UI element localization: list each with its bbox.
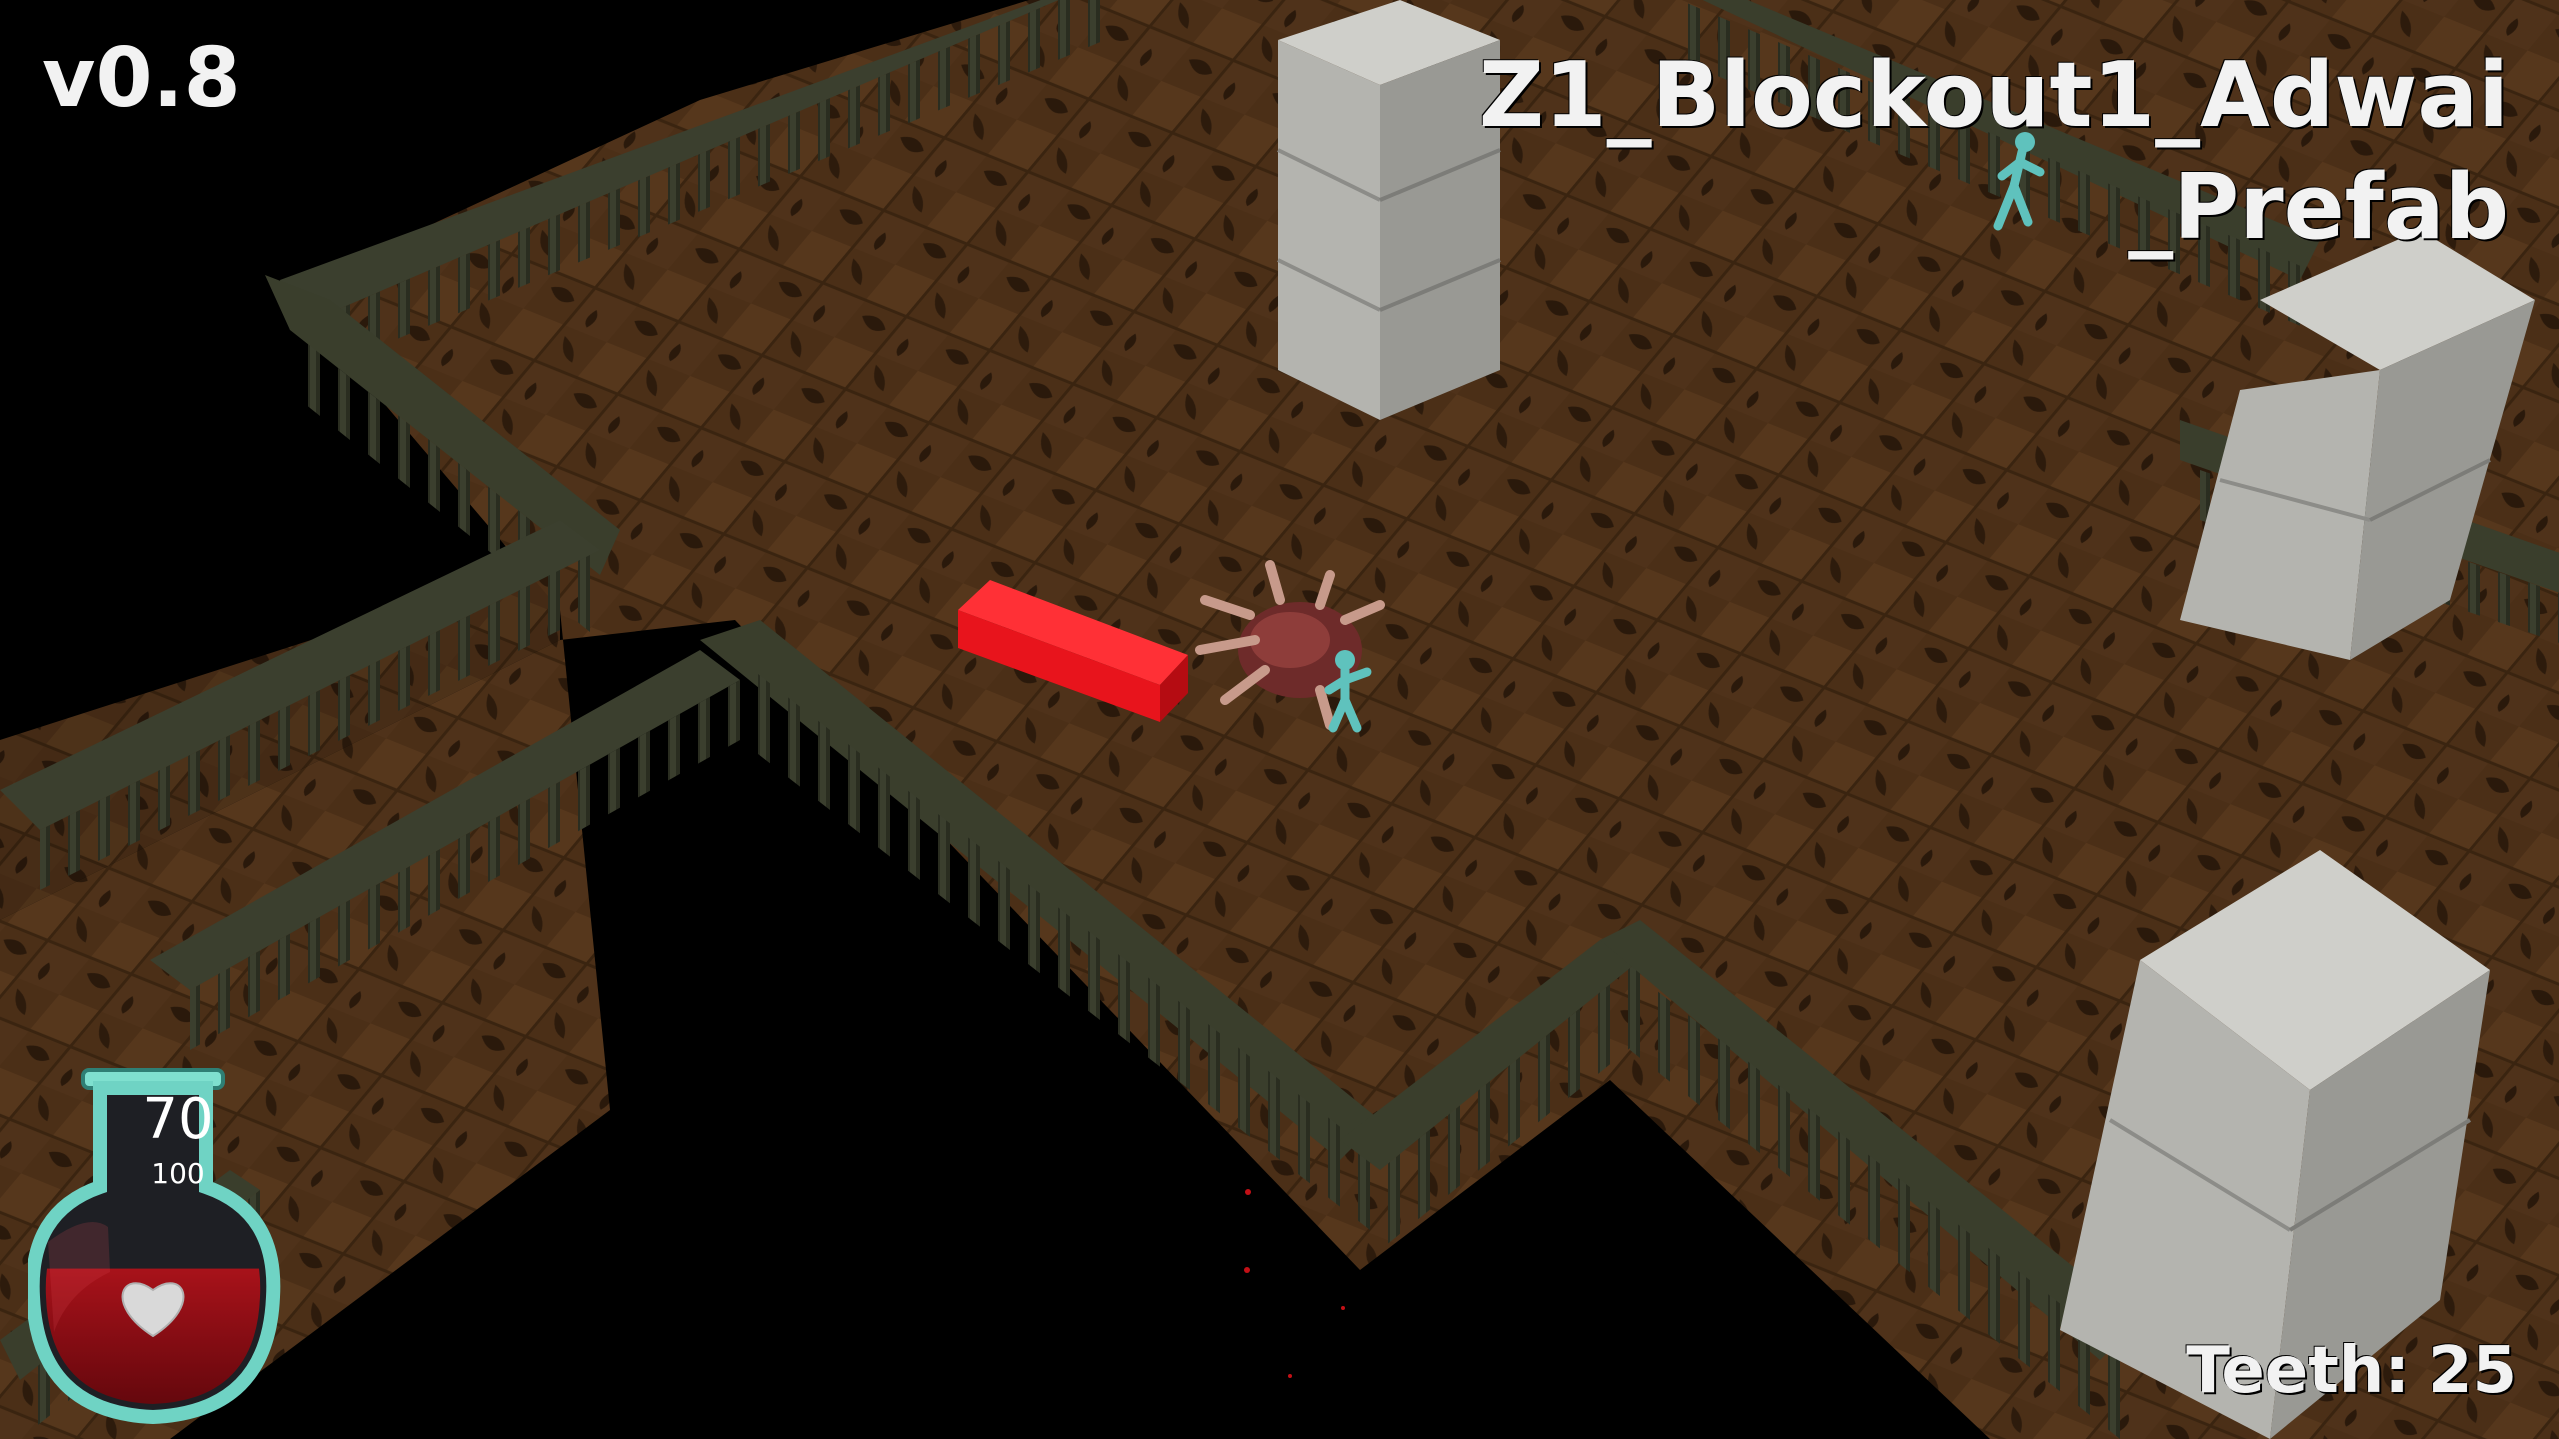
level-name: Z1_Blockout1_Adwai _Prefab — [1309, 40, 2509, 264]
health-current-value: 70 — [142, 1087, 214, 1152]
teeth-value: 25 — [2427, 1334, 2517, 1408]
level-name-line-1: Z1_Blockout1_Adwai — [1478, 43, 2509, 148]
version-label: v0.8 — [42, 31, 241, 126]
teeth-counter: Teeth: 25 — [2186, 1339, 2517, 1403]
health-max-value: 100 — [151, 1157, 205, 1190]
level-name-line-2: _Prefab — [2128, 155, 2509, 260]
health-potion: 70 100 — [28, 1062, 328, 1432]
teeth-label: Teeth: — [2186, 1334, 2410, 1408]
